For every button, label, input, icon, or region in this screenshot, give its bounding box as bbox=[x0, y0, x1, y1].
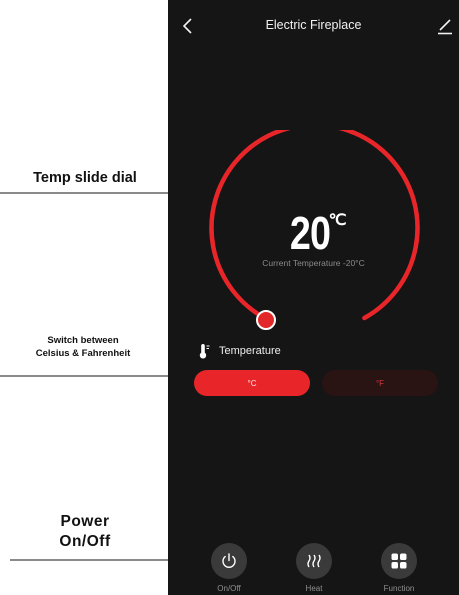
annotation-line-unit-switch bbox=[0, 375, 188, 377]
annotation-unit-switch-line2: Celsius & Fahrenheit bbox=[35, 348, 131, 359]
annotation-power: Power On/Off bbox=[30, 512, 140, 552]
thermometer-icon bbox=[199, 344, 210, 359]
top-bar: Electric Fireplace bbox=[168, 12, 459, 40]
fahrenheit-button[interactable]: °F bbox=[322, 370, 438, 396]
grid-icon bbox=[391, 553, 407, 569]
function-button-label: Function bbox=[383, 584, 415, 593]
power-icon bbox=[222, 553, 236, 568]
annotation-power-line1: Power bbox=[60, 513, 110, 530]
page-title: Electric Fireplace bbox=[265, 18, 362, 32]
dial-knob[interactable] bbox=[256, 310, 276, 330]
pencil-icon[interactable] bbox=[436, 17, 454, 35]
annotation-unit-switch-line1: Switch between bbox=[47, 335, 119, 346]
heat-button-label: Heat bbox=[305, 584, 323, 593]
annotation-unit-switch: Switch between Celsius & Fahrenheit bbox=[8, 334, 158, 360]
temperature-value-display: 20℃ bbox=[168, 206, 459, 260]
power-button-label: On/Off bbox=[217, 584, 241, 593]
function-button[interactable] bbox=[381, 543, 417, 579]
celsius-button[interactable]: °C bbox=[194, 370, 310, 396]
temperature-setting-row: Temperature bbox=[199, 343, 281, 359]
heat-button[interactable] bbox=[296, 543, 332, 579]
heat-waves-icon bbox=[307, 554, 321, 568]
annotation-temp-slide-dial: Temp slide dial bbox=[33, 170, 137, 186]
annotation-power-line2: On/Off bbox=[59, 533, 111, 550]
temperature-value: 20 bbox=[290, 207, 331, 259]
temperature-setting-label: Temperature bbox=[219, 345, 281, 357]
current-temperature-text: Current Temperature -20°C bbox=[262, 258, 365, 268]
temperature-unit: ℃ bbox=[328, 212, 347, 229]
app-screen: Electric Fireplace 20℃ Current Temperatu… bbox=[168, 0, 459, 595]
power-button[interactable] bbox=[211, 543, 247, 579]
